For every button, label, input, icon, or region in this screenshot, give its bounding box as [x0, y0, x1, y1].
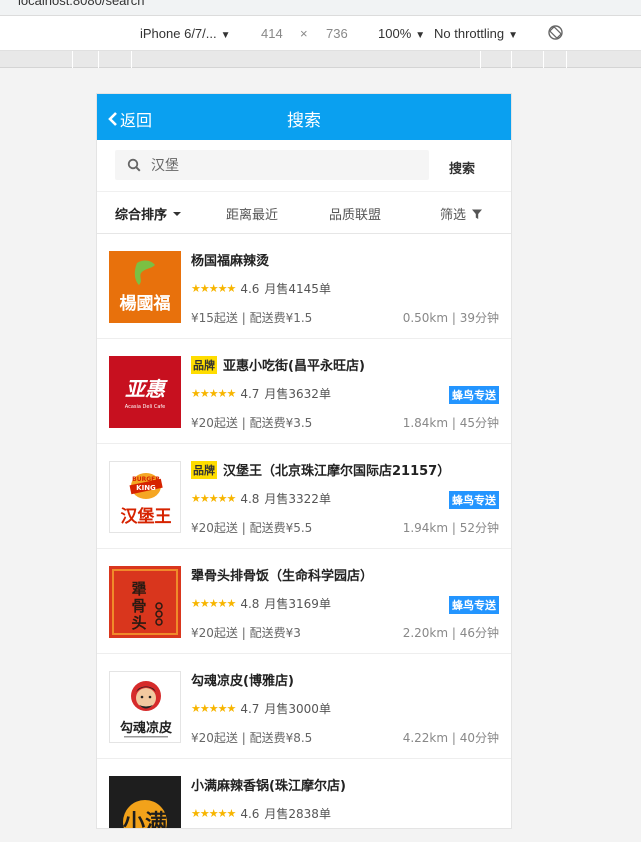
url-text: localhost:8080/search	[18, 0, 145, 8]
fengniao-delivery-tag: 蜂鸟专送	[449, 596, 499, 614]
distance-time: 4.22km | 40分钟	[402, 731, 499, 745]
caret-down-icon	[173, 211, 182, 216]
distance-time: 1.84km | 45分钟	[402, 416, 499, 430]
rating-stars-icon: ★★★★★	[191, 387, 236, 400]
sort-default[interactable]: 综合排序	[115, 204, 183, 223]
distance-time: 0.50km | 39分钟	[402, 311, 499, 325]
shop-rating: ★★★★★ 4.6 月售4145单	[191, 280, 331, 297]
filter-icon	[472, 209, 483, 219]
monthly-sales: 月售3322单	[264, 492, 331, 506]
rotate-icon[interactable]	[547, 24, 564, 44]
rating-stars-icon: ★★★★★	[191, 492, 236, 505]
svg-text:骨: 骨	[131, 597, 146, 615]
delivery-fee: ¥20起送 | 配送费¥5.5	[191, 521, 313, 535]
shop-list: 楊國福 杨国福麻辣烫 ★★★★★ 4.6 月售4145单 ¥15起送 | 配送费…	[97, 234, 511, 829]
svg-text:勾魂凉皮: 勾魂凉皮	[120, 720, 172, 736]
svg-text:亚惠: 亚惠	[125, 377, 168, 401]
shop-name: 犟骨头排骨饭（生命科学园店）	[191, 569, 374, 584]
media-query-ruler	[0, 51, 641, 68]
search-box[interactable]	[115, 150, 429, 180]
shop-rating: ★★★★★ 4.6 月售2838单	[191, 805, 331, 822]
svg-text:楊國福: 楊國福	[120, 293, 171, 314]
search-input[interactable]	[151, 157, 411, 173]
rating-score: 4.8	[240, 596, 260, 611]
monthly-sales: 月售4145单	[264, 282, 331, 296]
search-button[interactable]: 搜索	[449, 158, 475, 177]
shop-name: 勾魂凉皮(博雅店)	[191, 674, 294, 689]
sort-distance[interactable]: 距离最近	[226, 204, 278, 223]
shop-name: 杨国福麻辣烫	[191, 254, 270, 269]
delivery-fee: ¥20起送 | 配送费¥8.5	[191, 731, 313, 745]
shop-name: 品牌 汉堡王（北京珠江摩尔国际店21157）	[191, 460, 450, 479]
url-bar[interactable]: localhost:8080/search	[0, 0, 641, 16]
width-field[interactable]: 414	[261, 26, 283, 41]
mobile-viewport: 返回 搜索 搜索 综合排序 距离最近 品质联盟 筛选 楊國	[96, 93, 512, 829]
chevron-down-icon: ▼	[415, 30, 426, 41]
zoom-select[interactable]: 100% ▼	[378, 26, 425, 41]
page-title: 搜索	[287, 111, 321, 131]
shop-name: 品牌 亚惠小吃街(昌平永旺店)	[191, 355, 365, 374]
svg-text:头: 头	[131, 614, 146, 632]
rating-score: 4.6	[240, 806, 260, 821]
shop-item[interactable]: 勾魂凉皮 勾魂凉皮(博雅店) ★★★★★ 4.7 月售3000单 ¥20起送 |…	[97, 654, 511, 759]
rating-score: 4.7	[240, 701, 260, 716]
device-select[interactable]: iPhone 6/7/... ▼	[140, 26, 231, 41]
shop-rating: ★★★★★ 4.8 月售3322单	[191, 490, 331, 507]
brand-tag: 品牌	[191, 355, 217, 374]
svg-text:BURGER: BURGER	[132, 476, 160, 483]
shop-item[interactable]: BURGER KING 汉堡王 品牌 汉堡王（北京珠江摩尔国际店21157） ★…	[97, 444, 511, 549]
shop-item[interactable]: 楊國福 杨国福麻辣烫 ★★★★★ 4.6 月售4145单 ¥15起送 | 配送费…	[97, 234, 511, 339]
rating-score: 4.6	[240, 281, 260, 296]
distance-time: 1.94km | 52分钟	[402, 521, 499, 535]
monthly-sales: 月售3000单	[264, 702, 331, 716]
sort-quality[interactable]: 品质联盟	[329, 204, 381, 223]
fengniao-delivery-tag: 蜂鸟专送	[449, 491, 499, 509]
delivery-fee: ¥15起送 | 配送费¥1.5	[191, 311, 313, 325]
gouhun-logo: 勾魂凉皮	[109, 671, 181, 743]
shop-item[interactable]: 犟 骨 头 犟骨头排骨饭（生命科学园店） ★★★★★ 4.8 月售3169单 蜂…	[97, 549, 511, 654]
chevron-down-icon: ▼	[220, 30, 231, 41]
shop-rating: ★★★★★ 4.8 月售3169单	[191, 595, 331, 612]
rating-score: 4.7	[240, 386, 260, 401]
jianggutou-logo: 犟 骨 头	[109, 566, 181, 638]
shop-rating: ★★★★★ 4.7 月售3000单	[191, 700, 331, 717]
distance-time: 2.20km | 46分钟	[402, 626, 499, 640]
shop-name: 小满麻辣香锅(珠江摩尔店)	[191, 779, 346, 794]
delivery-fee: ¥20起送 | 配送费¥3	[191, 626, 301, 640]
svg-text:Acasia Deli Cafe: Acasia Deli Cafe	[125, 404, 165, 410]
yangguofu-logo: 楊國福	[109, 251, 181, 323]
sort-bar: 综合排序 距离最近 品质联盟 筛选	[97, 192, 511, 234]
search-row: 搜索	[97, 140, 511, 192]
search-icon	[127, 158, 141, 172]
shop-item[interactable]: 小满 小满麻辣香锅(珠江摩尔店) ★★★★★ 4.6 月售2838单	[97, 759, 511, 829]
height-field[interactable]: 736	[326, 26, 348, 41]
burger-king-logo: BURGER KING 汉堡王	[109, 461, 181, 533]
svg-text:汉堡王: 汉堡王	[121, 506, 172, 527]
fengniao-delivery-tag: 蜂鸟专送	[449, 386, 499, 404]
xiaoman-logo: 小满	[109, 776, 181, 829]
shop-item[interactable]: 亚惠 Acasia Deli Cafe 品牌 亚惠小吃街(昌平永旺店) ★★★★…	[97, 339, 511, 444]
rating-stars-icon: ★★★★★	[191, 807, 236, 820]
rating-stars-icon: ★★★★★	[191, 282, 236, 295]
rating-score: 4.8	[240, 491, 260, 506]
chevron-down-icon: ▼	[508, 30, 518, 41]
yahui-logo: 亚惠 Acasia Deli Cafe	[109, 356, 181, 428]
delivery-fee: ¥20起送 | 配送费¥3.5	[191, 416, 313, 430]
rating-stars-icon: ★★★★★	[191, 597, 236, 610]
dimension-separator: ×	[300, 26, 308, 41]
monthly-sales: 月售2838单	[264, 807, 331, 821]
device-toolbar: iPhone 6/7/... ▼ 414 × 736 100% ▼ No throt…	[0, 16, 641, 51]
svg-text:犟: 犟	[131, 580, 146, 598]
throttle-select[interactable]: No throttling ▼	[434, 26, 518, 41]
header-bar: 返回 搜索	[97, 94, 511, 140]
svg-text:小满: 小满	[123, 810, 167, 829]
svg-text:KING: KING	[136, 484, 156, 492]
shop-rating: ★★★★★ 4.7 月售3632单	[191, 385, 331, 402]
rating-stars-icon: ★★★★★	[191, 702, 236, 715]
monthly-sales: 月售3632单	[264, 387, 331, 401]
brand-tag: 品牌	[191, 460, 217, 479]
monthly-sales: 月售3169单	[264, 597, 331, 611]
filter-button[interactable]: 筛选	[440, 204, 483, 223]
